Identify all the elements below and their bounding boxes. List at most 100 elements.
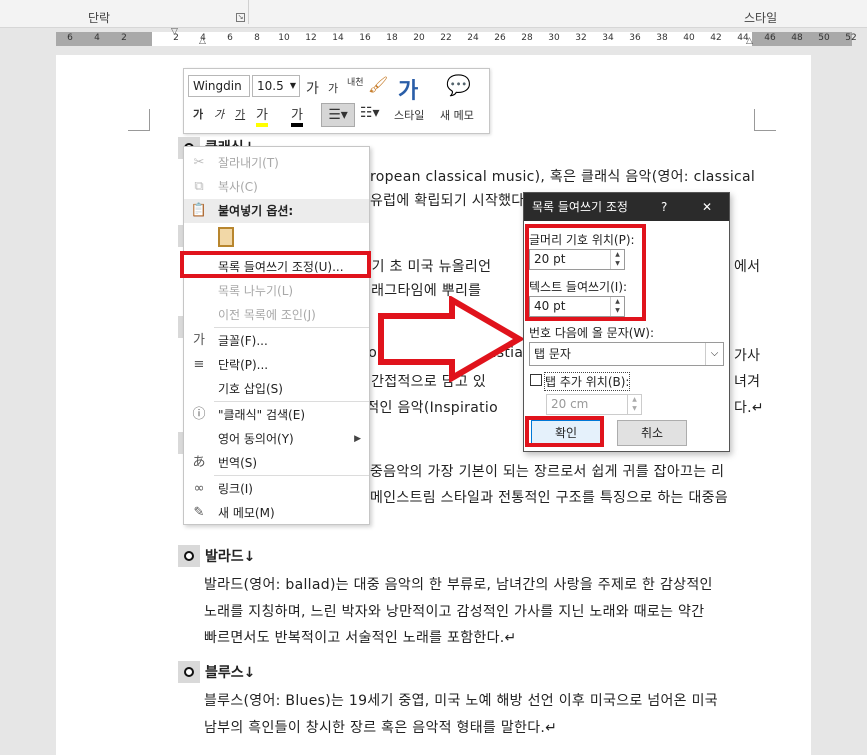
context-menu-item[interactable]: ✎ 새 메모(M) [184,501,369,525]
add-tab-checkbox[interactable] [530,374,542,386]
context-menu-item-label: 단락(P)... [218,358,269,372]
context-menu-item[interactable]: ≡ 단락(P)... [184,353,369,377]
context-menu-item[interactable]: 영어 동의어(Y) ▶ [184,427,369,451]
doc-text-line: ropean classical music), 혹은 클래식 음악(영어: c… [370,169,756,185]
ruler-number: 6 [227,33,233,43]
close-icon[interactable]: ✕ [702,193,712,221]
highlight-button[interactable]: 가 [256,104,268,127]
context-menu-item[interactable]: 목록 나누기(L) [184,279,369,303]
ruler-number: 52 [845,33,857,43]
highlight-ok-button [525,416,604,447]
hanging-indent-marker-icon[interactable]: △ [199,36,206,46]
red-arrow-icon [378,296,525,382]
shrink-font-button[interactable]: 가 [328,80,338,96]
context-menu-item-label: 영어 동의어(Y) [218,432,294,446]
margin-corner-mark [754,109,776,131]
context-menu-item-label: 붙여넣기 옵션: [218,204,294,218]
spinner-arrows-icon[interactable]: ▲ ▼ [627,395,641,414]
bullet-marker[interactable] [178,545,200,567]
dialog-title: 목록 들여쓰기 조정 [532,200,628,214]
font-name-combo[interactable]: Wingdin [188,75,250,97]
follow-number-value: 탭 문자 [534,347,571,361]
paragraph-icon: ≡ [193,357,205,372]
paste-keep-text-icon[interactable] [218,227,234,247]
doc-text-line: 블루스(영어: Blues)는 19세기 중엽, 미국 노예 해방 선언 이후 … [204,693,718,709]
follow-number-select[interactable]: 탭 문자 ⌵ [529,342,724,366]
hanja-button[interactable]: 내천 [347,75,364,88]
ruler-number: 40 [683,33,695,43]
chevron-down-icon: ▼ [289,81,296,90]
add-tab-label: 탭 추가 위치(B): [543,372,631,391]
link-icon: ∞ [193,481,205,496]
bullet-marker[interactable] [178,661,200,683]
bullets-button[interactable]: ☰▾ [321,103,355,127]
ruler-number: 46 [764,33,776,43]
horizontal-ruler[interactable]: 6 4 2 2 4 6 8 10 12 14 16 18 20 22 24 26 28 30 32 34 36 38 40 4… [0,27,867,50]
bullet-circle-icon [184,551,194,561]
doc-text-line: 메인스트림 스타일과 전통적인 구조를 특징으로 하는 대중음 [370,490,728,506]
ruler-number: 4 [94,33,100,43]
underline-button[interactable]: 가 [235,106,245,122]
context-menu-item: 📋 붙여넣기 옵션: [184,199,369,223]
styles-icon[interactable]: 가 [398,73,418,105]
highlight-indent-fields [525,224,646,321]
dialog-title-bar: 목록 들여쓰기 조정 ? ✕ [524,193,729,221]
styles-group-label: 스타일 [744,11,778,25]
bullet-circle-icon [184,667,194,677]
cancel-button[interactable]: 취소 [617,420,687,446]
doc-text-line: 녀겨 [734,374,761,390]
context-menu: ✂ 잘라내기(T) ⧉ 복사(C) 📋 붙여넣기 옵션: 목록 들여쓰기 조정(U)... 목… [183,146,370,525]
scissors-icon: ✂ [193,155,205,170]
context-menu-item[interactable]: ∞ 링크(I) [184,477,369,501]
tab-position-value: 20 cm [551,397,589,411]
menu-separator [214,327,369,328]
margin-corner-mark [128,109,150,131]
ruler-number: 38 [656,33,668,43]
first-line-indent-marker-icon[interactable]: ▽ [171,27,178,37]
heading-ballad: 발라드↓ [205,549,256,565]
ruler-number: 30 [548,33,560,43]
menu-separator [214,401,369,402]
ruler-number: 8 [254,33,260,43]
chevron-down-icon[interactable]: ⌵ [705,343,723,365]
doc-text-line: 노래를 지칭하며, 느린 박자와 낭만적이고 감성적인 가사를 지닌 노래와 때… [204,604,705,620]
doc-text-line: 발라드(영어: ballad)는 대중 음악의 한 부류로, 남녀간의 사랑을 … [204,577,713,593]
context-menu-item[interactable]: 기호 삽입(S) [184,377,369,401]
ruler-number: 36 [629,33,641,43]
ruler-number: 2 [121,33,127,43]
context-menu-item-label: 새 메모(M) [218,506,275,520]
ruler-number: 50 [818,33,830,43]
new-comment-icon[interactable]: 💬 [446,73,471,97]
italic-button[interactable]: 가 [214,106,224,122]
ruler-number: 34 [602,33,614,43]
right-indent-marker-icon[interactable]: △ [746,36,753,46]
font-size-combo[interactable]: 10.5 ▼ [252,75,300,97]
ribbon-separator [248,0,249,24]
search-icon: ⓘ [192,407,206,422]
context-menu-item[interactable]: 가 글꼴(F)... [184,329,369,353]
heading-blues: 블루스↓ [205,665,256,681]
tab-position-spinner[interactable]: 20 cm ▲ ▼ [546,394,642,415]
context-menu-item[interactable]: ✂ 잘라내기(T) [184,151,369,175]
menu-separator [214,475,369,476]
doc-text-line: 가사 [734,348,761,364]
context-menu-item[interactable]: ⧉ 복사(C) [184,175,369,199]
ruler-number: 48 [791,33,803,43]
paragraph-dialog-launcher-icon[interactable]: ↘ [236,13,245,22]
context-menu-item[interactable]: あ 번역(S) [184,451,369,475]
context-menu-item-label: 번역(S) [218,456,258,470]
font-color-button[interactable]: 가 [291,104,303,127]
grow-font-button[interactable]: 가 [306,78,319,98]
styles-button-label[interactable]: 스타일 [394,107,424,123]
new-comment-label[interactable]: 새 메모 [440,107,474,123]
context-menu-item[interactable]: ⓘ "클래식" 검색(E) [184,403,369,427]
ruler-number: 22 [440,33,452,43]
numbering-button[interactable]: ☷▾ [360,105,380,121]
doc-text-line: 에서 [734,259,761,275]
bold-button[interactable]: 가 [193,106,203,122]
context-menu-item[interactable]: 이전 목록에 조인(J) [184,303,369,327]
format-painter-icon[interactable]: 🖌 [368,75,388,94]
ruler-number: 18 [386,33,398,43]
copy-icon: ⧉ [194,179,204,194]
help-button[interactable]: ? [661,193,667,221]
